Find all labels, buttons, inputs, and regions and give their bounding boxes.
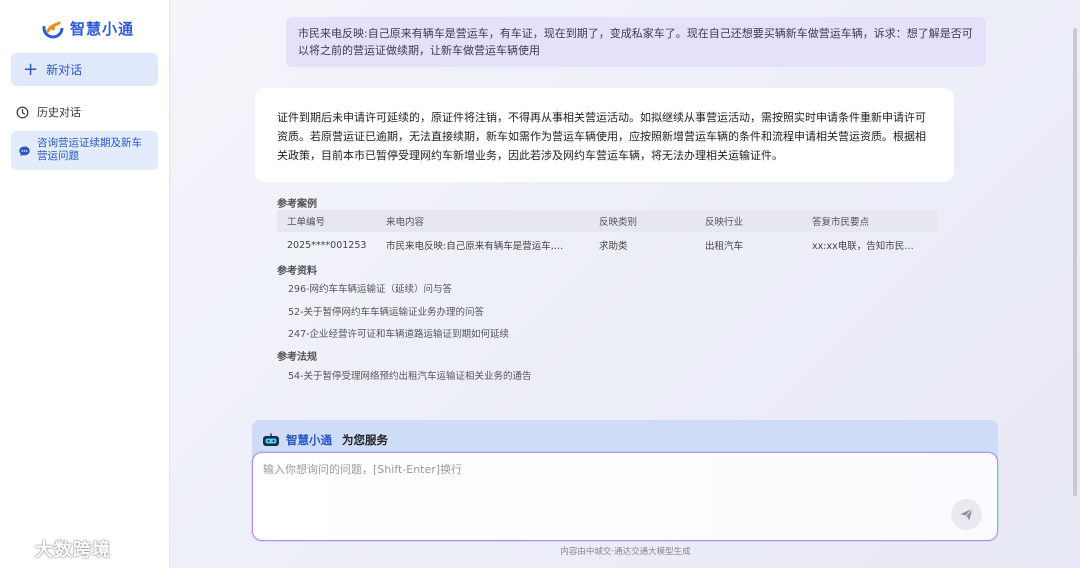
watermark: 大数跨境 <box>8 536 111 562</box>
conversation-item[interactable]: 咨询营运证续期及新车营运问题 <box>11 131 158 170</box>
reference-cases-table: 工单编号 来电内容 反映类别 反映行业 答复市民要点 2025****00125… <box>277 210 937 258</box>
reference-material-link[interactable]: 52-关于暂停网约车车辆运输证业务办理的问答 <box>288 304 484 318</box>
plus-icon: + <box>23 58 39 80</box>
logo-text: 智慧小通 <box>70 19 135 38</box>
brand-name: 智慧小通 <box>286 433 332 447</box>
watermark-text: 大数跨境 <box>35 540 111 561</box>
assistant-answer: 证件到期后未申请许可延续的，原证件将注销，不得再从事相关营运活动。如拟继续从事营… <box>255 88 954 182</box>
new-chat-label: 新对话 <box>46 63 83 77</box>
new-chat-button[interactable]: + 新对话 <box>11 53 158 86</box>
logo-icon <box>42 17 64 39</box>
cell-reply-points: xx:xx电联，告知市民… <box>812 241 914 252</box>
table-row[interactable]: 2025****001253 市民来电反映:自己原来有辆车是营运车,… 求助类 … <box>277 232 937 258</box>
header-category: 反映类别 <box>599 217 638 228</box>
table-header-row: 工单编号 来电内容 反映类别 反映行业 答复市民要点 <box>277 210 937 232</box>
footer-note: 内容由中城交·通达交通大模型生成 <box>560 547 691 557</box>
reference-cases-title: 参考案例 <box>277 199 317 210</box>
reference-regulation-link[interactable]: 54-关于暂停受理网络预约出租汽车运输证相关业务的通告 <box>288 368 532 382</box>
input-panel: 智慧小通 为您服务 <box>252 420 998 542</box>
send-icon <box>960 508 973 521</box>
cell-call-content: 市民来电反映:自己原来有辆车是营运车,… <box>386 241 564 252</box>
header-industry: 反映行业 <box>705 217 744 228</box>
logo: 智慧小通 <box>42 16 134 40</box>
user-message: 市民来电反映:自己原来有辆车是营运车，有车证，现在到期了，变成私家车了。现在自己… <box>286 17 986 67</box>
chat-bubble-icon <box>19 146 30 157</box>
header-reply-points: 答复市民要点 <box>812 217 870 228</box>
reference-regulations-title: 参考法规 <box>277 352 317 363</box>
question-input-box <box>252 452 998 541</box>
question-input[interactable] <box>253 453 933 513</box>
watermark-logo-icon <box>9 539 29 559</box>
conversation-title: 咨询营运证续期及新车营运问题 <box>37 137 142 162</box>
cell-ticket-id: 2025****001253 <box>287 239 367 251</box>
main-area: 市民来电反映:自己原来有辆车是营运车，有车证，现在到期了，变成私家车了。现在自己… <box>171 0 1080 568</box>
header-call-content: 来电内容 <box>386 217 425 228</box>
cell-category: 求助类 <box>599 241 628 252</box>
header-ticket-id: 工单编号 <box>287 217 326 228</box>
reference-material-link[interactable]: 247-企业经营许可证和车辆道路运输证到期如何延续 <box>288 326 509 340</box>
send-button[interactable] <box>951 499 982 530</box>
scrollbar[interactable] <box>1073 28 1077 496</box>
reference-materials-title: 参考资料 <box>277 266 317 277</box>
history-section-title: 历史对话 <box>16 104 81 120</box>
robot-icon <box>263 433 279 446</box>
history-title-label: 历史对话 <box>37 106 81 119</box>
cell-industry: 出租汽车 <box>705 241 744 252</box>
reference-material-link[interactable]: 296-网约车车辆运输证（延续）问与答 <box>288 281 452 295</box>
clock-icon <box>16 106 29 118</box>
sidebar: 智慧小通 + 新对话 历史对话 咨询营运证续期及新车营运问题 <box>0 0 170 568</box>
brand-suffix: 为您服务 <box>342 433 388 447</box>
